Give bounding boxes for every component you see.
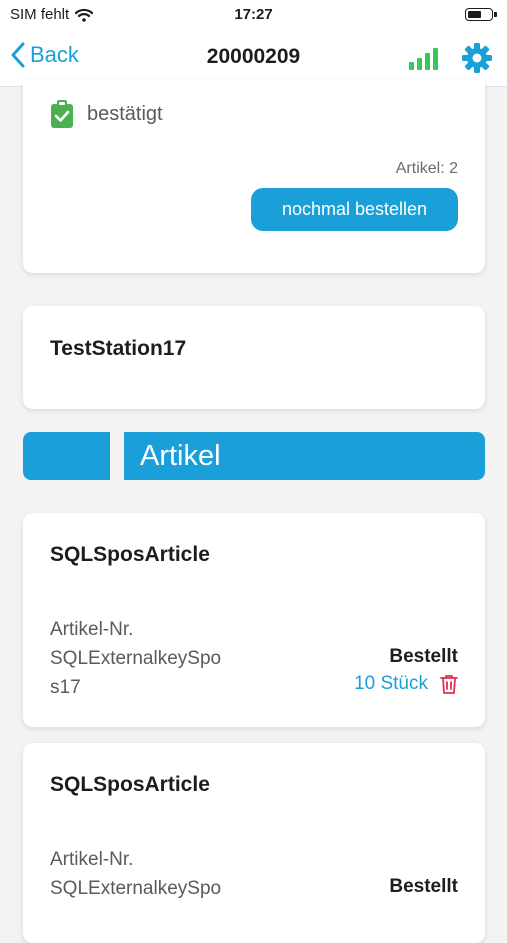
battery-icon — [465, 8, 497, 21]
section-header-accent — [23, 432, 110, 480]
station-card: TestStation17 — [23, 306, 485, 409]
article-quantity-row: 10 Stück — [354, 673, 458, 695]
article-quantity[interactable]: 10 Stück — [354, 673, 428, 695]
article-number-value-line1: SQLExternalkeySpo — [50, 878, 222, 899]
article-state: Bestellt — [389, 646, 458, 667]
section-header: Artikel — [124, 432, 485, 480]
signal-strength-icon — [409, 48, 438, 70]
article-number-value-line1: SQLExternalkeySpo — [50, 648, 222, 669]
article-number-value-line2: s17 — [50, 677, 81, 698]
navigation-bar: Back 20000209 — [0, 30, 507, 87]
article-name: SQLSposArticle — [50, 543, 210, 566]
gear-icon[interactable] — [461, 42, 493, 74]
article-card: SQLSposArticle Artikel-Nr. SQLExternalke… — [23, 743, 485, 943]
order-status-label: bestätigt — [87, 102, 163, 125]
clock: 17:27 — [234, 6, 273, 23]
section-title: Artikel — [140, 440, 221, 472]
clipboard-check-icon — [51, 100, 73, 128]
article-number: Artikel-Nr. SQLExternalkeySpo s17 — [50, 615, 260, 702]
reorder-button[interactable]: nochmal bestellen — [251, 188, 458, 231]
station-name: TestStation17 — [50, 337, 187, 360]
article-card: SQLSposArticle Artikel-Nr. SQLExternalke… — [23, 513, 485, 727]
trash-icon[interactable] — [440, 674, 458, 695]
article-number: Artikel-Nr. SQLExternalkeySpo — [50, 845, 260, 903]
article-count: Artikel: 2 — [395, 160, 458, 177]
article-number-label: Artikel-Nr. — [50, 849, 134, 870]
article-state: Bestellt — [389, 876, 458, 897]
article-number-label: Artikel-Nr. — [50, 619, 134, 640]
order-status-card: bestätigt Artikel: 2 nochmal bestellen — [23, 80, 485, 273]
article-name: SQLSposArticle — [50, 773, 210, 796]
order-status: bestätigt — [51, 100, 163, 128]
status-bar: SIM fehlt 17:27 — [0, 0, 507, 30]
